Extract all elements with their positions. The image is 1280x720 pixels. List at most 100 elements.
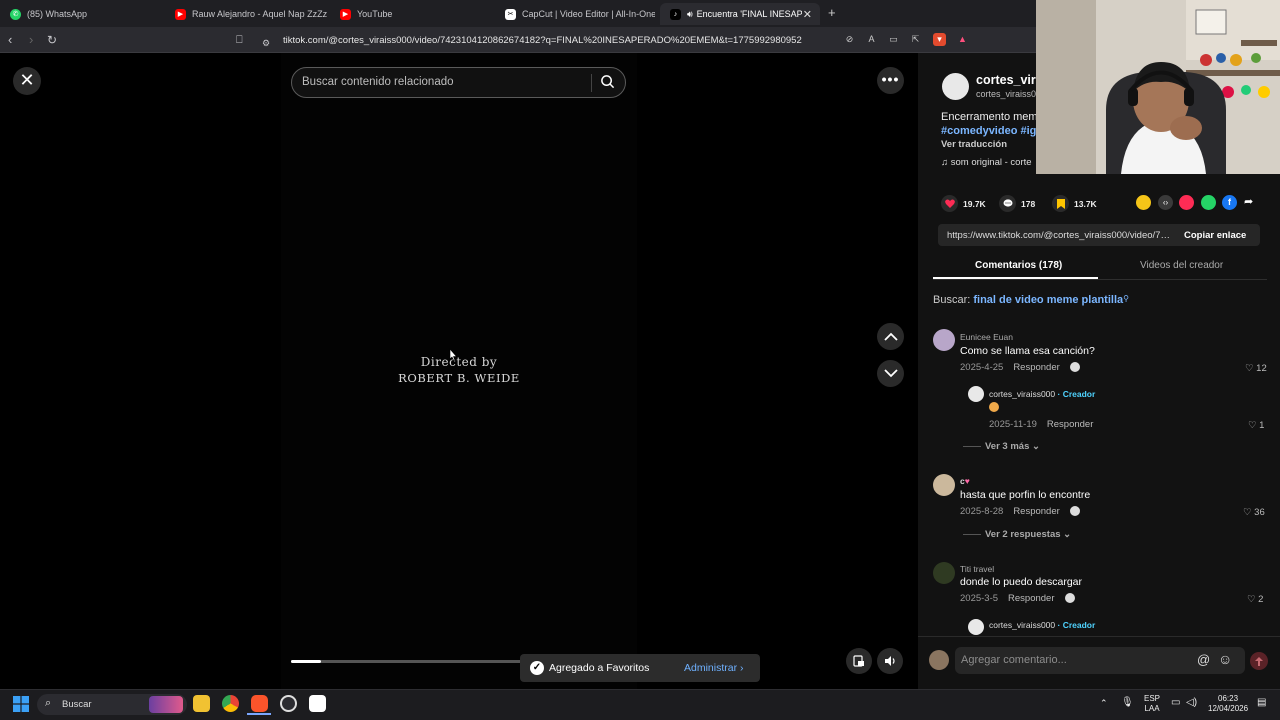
comment-like[interactable]: ♡ 36 xyxy=(1243,507,1265,518)
like-button[interactable]: 19.7K xyxy=(941,195,986,212)
back-icon[interactable]: ‹ xyxy=(8,32,12,48)
forward-icon[interactable]: › xyxy=(29,32,33,48)
related-search-suggestion[interactable]: Buscar: final de video meme plantilla⚲ xyxy=(933,294,1129,306)
post-hashtags[interactable]: #comedyvideo #ig xyxy=(941,125,1036,137)
avatar[interactable] xyxy=(968,386,984,402)
avatar[interactable] xyxy=(933,329,955,351)
bookmark-icon[interactable]: ⎕ xyxy=(236,32,243,48)
floating-player-button[interactable] xyxy=(846,648,872,674)
comment-input-placeholder: Agregar comentario... xyxy=(961,654,1067,666)
related-search-box[interactable]: Buscar contenido relacionado xyxy=(291,67,626,98)
notification-icon[interactable]: ▤ xyxy=(1257,697,1266,708)
next-video-button[interactable] xyxy=(877,360,904,387)
comment-username[interactable]: c♥ xyxy=(960,476,970,486)
reply-like[interactable]: ♡ 1 xyxy=(1248,420,1264,431)
reply-meta: 2025-11-19 Responder xyxy=(989,419,1093,430)
more-options-button[interactable]: ••• xyxy=(877,67,904,94)
reply-username[interactable]: cortes_viraiss000 · Creador xyxy=(989,620,1095,630)
whatsapp-share-icon[interactable] xyxy=(1201,195,1216,210)
emoji-icon xyxy=(989,402,999,412)
address-bar[interactable]: tiktok.com/@cortes_viraiss000/video/7423… xyxy=(283,35,802,46)
reply-button[interactable]: Responder xyxy=(1013,506,1059,517)
reply-button[interactable]: Responder xyxy=(1013,362,1059,373)
cast-icon[interactable]: ▭ xyxy=(887,33,900,46)
brave-icon[interactable] xyxy=(251,695,268,712)
send-comment-button[interactable] xyxy=(1250,652,1268,670)
search-highlight-icon xyxy=(149,696,183,713)
copy-link-button[interactable]: Copiar enlace xyxy=(1184,230,1246,241)
see-translation-link[interactable]: Ver traducción xyxy=(941,139,1007,150)
comment-like-count: 36 xyxy=(1254,507,1265,518)
related-prefix: Buscar: xyxy=(933,294,971,306)
microphone-icon[interactable]: 🎙︎ xyxy=(1121,697,1134,708)
site-settings-icon[interactable]: ⚙ xyxy=(262,35,270,51)
chevron-up-icon[interactable]: ⌃ xyxy=(1100,698,1108,709)
tab-creator-videos[interactable]: Videos del creador xyxy=(1140,260,1223,271)
share-link-url[interactable]: https://www.tiktok.com/@cortes_viraiss00… xyxy=(947,230,1173,241)
obs-icon[interactable] xyxy=(280,695,297,712)
comment-text: Como se llama esa canción? xyxy=(960,345,1095,357)
volume-icon[interactable]: ◁) xyxy=(1186,697,1197,708)
toast-manage-link[interactable]: Administrar › xyxy=(684,662,744,674)
avatar[interactable] xyxy=(968,619,984,635)
capcut-app-icon[interactable] xyxy=(309,695,326,712)
tab-capcut[interactable]: ✂ CapCut | Video Editor | All-In-One Vi xyxy=(495,3,655,25)
creator-badge: · Creador xyxy=(1057,389,1096,399)
post-sound[interactable]: ♫ som original - corte xyxy=(941,157,1032,168)
tab-youtube[interactable]: ▶ YouTube xyxy=(330,3,495,25)
reply-username-text: cortes_viraiss000 xyxy=(989,389,1056,399)
comment-text: donde lo puedo descargar xyxy=(960,576,1083,588)
close-video-button[interactable]: ✕ xyxy=(13,67,41,95)
send-icon[interactable] xyxy=(1179,195,1194,210)
brave-rewards-icon[interactable]: ▲ xyxy=(956,33,969,46)
facebook-icon[interactable]: f xyxy=(1222,195,1237,210)
view-more-replies[interactable]: Ver 2 respuestas ⌄ xyxy=(963,529,1071,540)
language-indicator[interactable]: ESP LAA xyxy=(1144,694,1160,714)
tab-whatsapp[interactable]: ✆ (85) WhatsApp xyxy=(0,3,165,25)
save-button[interactable]: 13.7K xyxy=(1052,195,1097,212)
share-friends-icon[interactable] xyxy=(1136,195,1151,210)
comment-like-count: 2 xyxy=(1258,594,1264,605)
tab-youtube-song[interactable]: ▶ Rauw Alejandro - Aquel Nap ZzZz (Le xyxy=(165,3,330,25)
tab-comments[interactable]: Comentarios (178) xyxy=(975,260,1062,271)
mention-icon[interactable]: @ xyxy=(1197,652,1210,667)
windows-taskbar xyxy=(0,689,1280,720)
related-query[interactable]: final de video meme plantilla xyxy=(973,294,1123,306)
comment-button[interactable]: 178 xyxy=(999,195,1035,212)
tab-tiktok-active[interactable]: ♪ 🔊︎ Encuentra 'FINAL INESAPERA ✕ xyxy=(660,3,820,25)
volume-button[interactable] xyxy=(877,648,903,674)
comment-like[interactable]: ♡ 12 xyxy=(1245,363,1267,374)
embed-icon[interactable]: ‹› xyxy=(1158,195,1173,210)
reload-icon[interactable]: ↻ xyxy=(47,32,57,48)
close-tab-icon[interactable]: ✕ xyxy=(803,8,812,21)
comment-meta: 2025-8-28 Responder xyxy=(960,506,1080,517)
windows-start-icon[interactable] xyxy=(13,696,29,712)
creator-avatar[interactable] xyxy=(942,73,969,100)
comment-like[interactable]: ♡ 2 xyxy=(1247,594,1263,605)
clock[interactable]: 06:23 12/04/2026 xyxy=(1208,694,1248,714)
avatar[interactable] xyxy=(933,562,955,584)
brave-shields-icon[interactable]: ▾ xyxy=(933,33,946,46)
reply-button[interactable]: Responder xyxy=(1008,593,1054,604)
favorites-toast: ✓ Agregado a Favoritos Administrar › xyxy=(520,654,760,682)
avatar[interactable] xyxy=(933,474,955,496)
search-divider xyxy=(591,74,592,92)
taskbar-search[interactable]: ⌕ Buscar xyxy=(37,694,187,715)
reply-button[interactable]: Responder xyxy=(1047,419,1093,430)
comment-username[interactable]: Titi travel xyxy=(960,564,994,574)
emoji-picker-icon[interactable]: ☺ xyxy=(1218,651,1232,667)
chrome-icon[interactable] xyxy=(222,695,239,712)
previous-video-button[interactable] xyxy=(877,323,904,350)
new-tab-button[interactable]: + xyxy=(828,5,836,20)
file-explorer-icon[interactable] xyxy=(193,695,210,712)
network-icon[interactable]: ▭ xyxy=(1171,697,1180,708)
view-more-replies[interactable]: Ver 3 más ⌄ xyxy=(963,441,1040,452)
reply-username[interactable]: cortes_viraiss000 · Creador xyxy=(989,389,1095,399)
search-input[interactable]: Buscar contenido relacionado xyxy=(302,76,454,88)
share-page-icon[interactable]: ⇱ xyxy=(909,33,922,46)
translate-icon[interactable]: A xyxy=(865,33,878,46)
share-more-icon[interactable]: ➦ xyxy=(1244,195,1259,210)
search-icon[interactable] xyxy=(600,74,615,94)
comment-username[interactable]: Eunicee Euan xyxy=(960,332,1013,342)
no-tracking-icon[interactable]: ⊘ xyxy=(843,33,856,46)
